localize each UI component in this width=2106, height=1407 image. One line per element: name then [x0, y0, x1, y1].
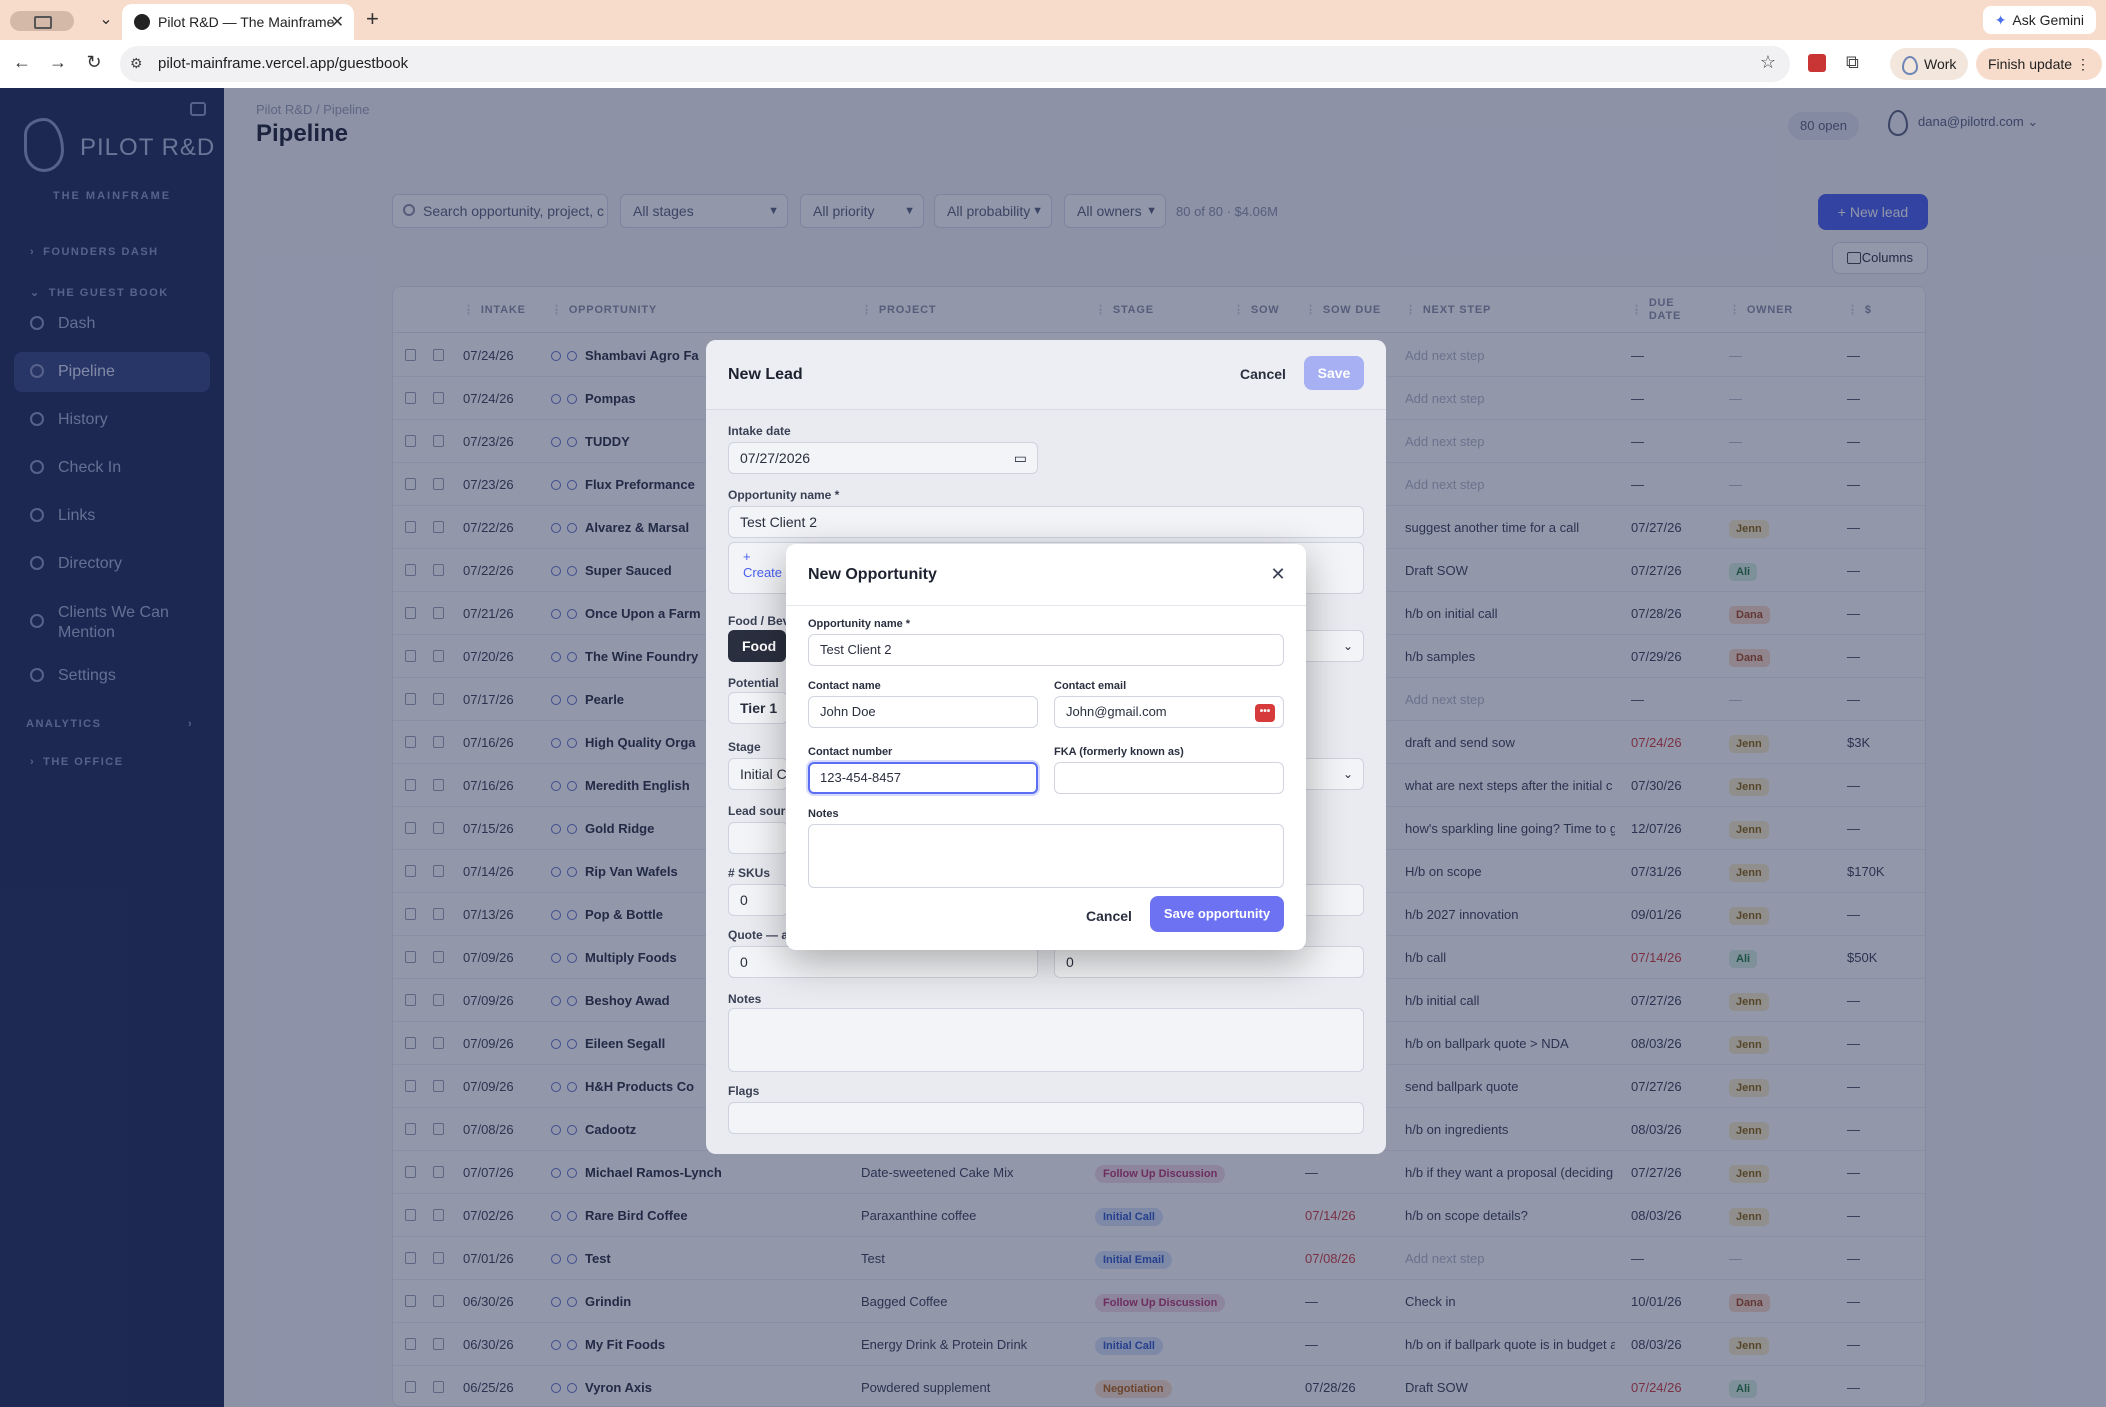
create-option-label: Create: [743, 565, 783, 580]
fka-input[interactable]: [1054, 762, 1284, 794]
quote-label: Quote — ac: [728, 928, 795, 942]
new-lead-title: New Lead: [728, 366, 803, 383]
flags-input[interactable]: [728, 1102, 1364, 1134]
reload-icon[interactable]: ↻: [82, 52, 106, 73]
stage-select[interactable]: Initial C: [728, 758, 788, 790]
intake-date-value: 07/27/2026: [740, 450, 811, 466]
contact-email-value: John@gmail.com: [1066, 704, 1167, 719]
finish-update-label: Finish update: [1988, 56, 2073, 72]
lead-opportunity-input[interactable]: Test Client 2: [728, 506, 1364, 538]
browser-tab[interactable]: Pilot R&D — The Mainframe ✕: [122, 4, 354, 40]
intake-date-label: Intake date: [728, 424, 791, 438]
extensions-puzzle-icon[interactable]: ⧉: [1846, 52, 1859, 73]
stage-label: Stage: [728, 740, 761, 754]
lead-select-right-1[interactable]: ⌄: [1298, 630, 1364, 662]
password-manager-extension-icon[interactable]: [1808, 54, 1826, 72]
address-bar[interactable]: ⚙ pilot-mainframe.vercel.app/guestbook ☆: [120, 46, 1790, 82]
gemini-sparkle-icon: ✦: [1994, 12, 2007, 28]
tab-switcher-icon[interactable]: [10, 11, 74, 31]
contact-email-input[interactable]: John@gmail.com •••: [1054, 696, 1284, 728]
fka-label: FKA (formerly known as): [1054, 746, 1184, 758]
lead-notes-label: Notes: [728, 992, 762, 1006]
new-opportunity-header: New Opportunity ✕: [786, 544, 1306, 606]
close-icon[interactable]: ✕: [1264, 560, 1292, 588]
tab-search-chevron-icon[interactable]: ⌄: [90, 8, 122, 32]
lead-opportunity-label: Opportunity name *: [728, 488, 840, 502]
opportunity-name-input[interactable]: Test Client 2: [808, 634, 1284, 666]
lead-source-select[interactable]: [728, 822, 788, 854]
finish-update-button[interactable]: Finish update ⋮: [1976, 48, 2102, 80]
contact-number-input[interactable]: 123-454-8457: [808, 762, 1038, 794]
site-info-icon[interactable]: ⚙: [130, 55, 143, 72]
chevron-down-icon: ⌄: [1342, 639, 1353, 653]
opportunity-name-value: Test Client 2: [820, 642, 892, 657]
quote-input[interactable]: 0: [728, 946, 1038, 978]
bookmark-star-icon[interactable]: ☆: [1760, 52, 1776, 73]
contact-name-label: Contact name: [808, 680, 881, 692]
forward-arrow-icon[interactable]: →: [46, 52, 70, 73]
quote-input-2[interactable]: 0: [1054, 946, 1364, 978]
contact-number-value: 123-454-8457: [820, 770, 901, 785]
tab-strip: ⌄ Pilot R&D — The Mainframe ✕ + ✦ Ask Gem…: [0, 0, 2106, 40]
lead-source-label: Lead sourc: [728, 804, 793, 818]
lead-opportunity-value: Test Client 2: [740, 514, 818, 530]
new-tab-plus-icon[interactable]: +: [366, 8, 379, 30]
password-manager-icon[interactable]: •••: [1255, 704, 1275, 722]
food-toggle-button[interactable]: Food: [728, 630, 786, 662]
new-opportunity-title: New Opportunity: [808, 566, 937, 583]
ask-gemini-button[interactable]: ✦ Ask Gemini: [1982, 6, 2096, 34]
contact-name-input[interactable]: John Doe: [808, 696, 1038, 728]
lead-select-right-2[interactable]: ⌄: [1298, 758, 1364, 790]
tab-title: Pilot R&D — The Mainframe: [158, 14, 335, 30]
skus-label: # SKUs: [728, 866, 771, 880]
browser-toolbar: ← → ↻ ⚙ pilot-mainframe.vercel.app/guest…: [0, 40, 2106, 88]
new-lead-cancel-button[interactable]: Cancel: [1240, 366, 1286, 382]
tab-close-icon[interactable]: ✕: [331, 12, 344, 32]
tab-favicon-icon: [134, 14, 150, 30]
back-arrow-icon[interactable]: ←: [10, 52, 34, 73]
lead-notes-textarea[interactable]: [728, 1008, 1364, 1072]
contact-number-label: Contact number: [808, 746, 893, 758]
plus-icon: +: [743, 549, 751, 564]
contact-email-label: Contact email: [1054, 680, 1127, 692]
potential-select[interactable]: Tier 1: [728, 692, 788, 724]
ask-gemini-label: Ask Gemini: [2012, 12, 2084, 28]
notes-label: Notes: [808, 808, 839, 820]
profile-chip[interactable]: Work: [1890, 48, 1969, 80]
calendar-icon: ▭: [1013, 450, 1027, 466]
profile-label: Work: [1924, 56, 1957, 72]
food-bev-label: Food / Bev: [728, 614, 790, 628]
notes-textarea[interactable]: [808, 824, 1284, 888]
skus-input[interactable]: 0: [728, 884, 788, 916]
intake-date-input[interactable]: 07/27/2026 ▭: [728, 442, 1038, 474]
flags-label: Flags: [728, 1084, 760, 1098]
potential-label: Potential: [728, 676, 779, 690]
new-opportunity-dialog: New Opportunity ✕ Opportunity name * Tes…: [786, 544, 1306, 950]
new-lead-save-button[interactable]: Save: [1304, 356, 1364, 390]
url-text: pilot-mainframe.vercel.app/guestbook: [158, 55, 409, 72]
browser-chrome: ⌄ Pilot R&D — The Mainframe ✕ + ✦ Ask Gem…: [0, 0, 2106, 88]
opportunity-name-label: Opportunity name *: [808, 618, 911, 630]
save-opportunity-button[interactable]: Save opportunity: [1150, 896, 1284, 932]
lead-input-right-3[interactable]: [1298, 884, 1364, 916]
contact-name-value: John Doe: [820, 704, 876, 719]
new-lead-header: New Lead Cancel Save: [706, 340, 1386, 410]
cancel-button[interactable]: Cancel: [1086, 908, 1132, 924]
chevron-down-icon: ⌄: [1342, 767, 1353, 781]
